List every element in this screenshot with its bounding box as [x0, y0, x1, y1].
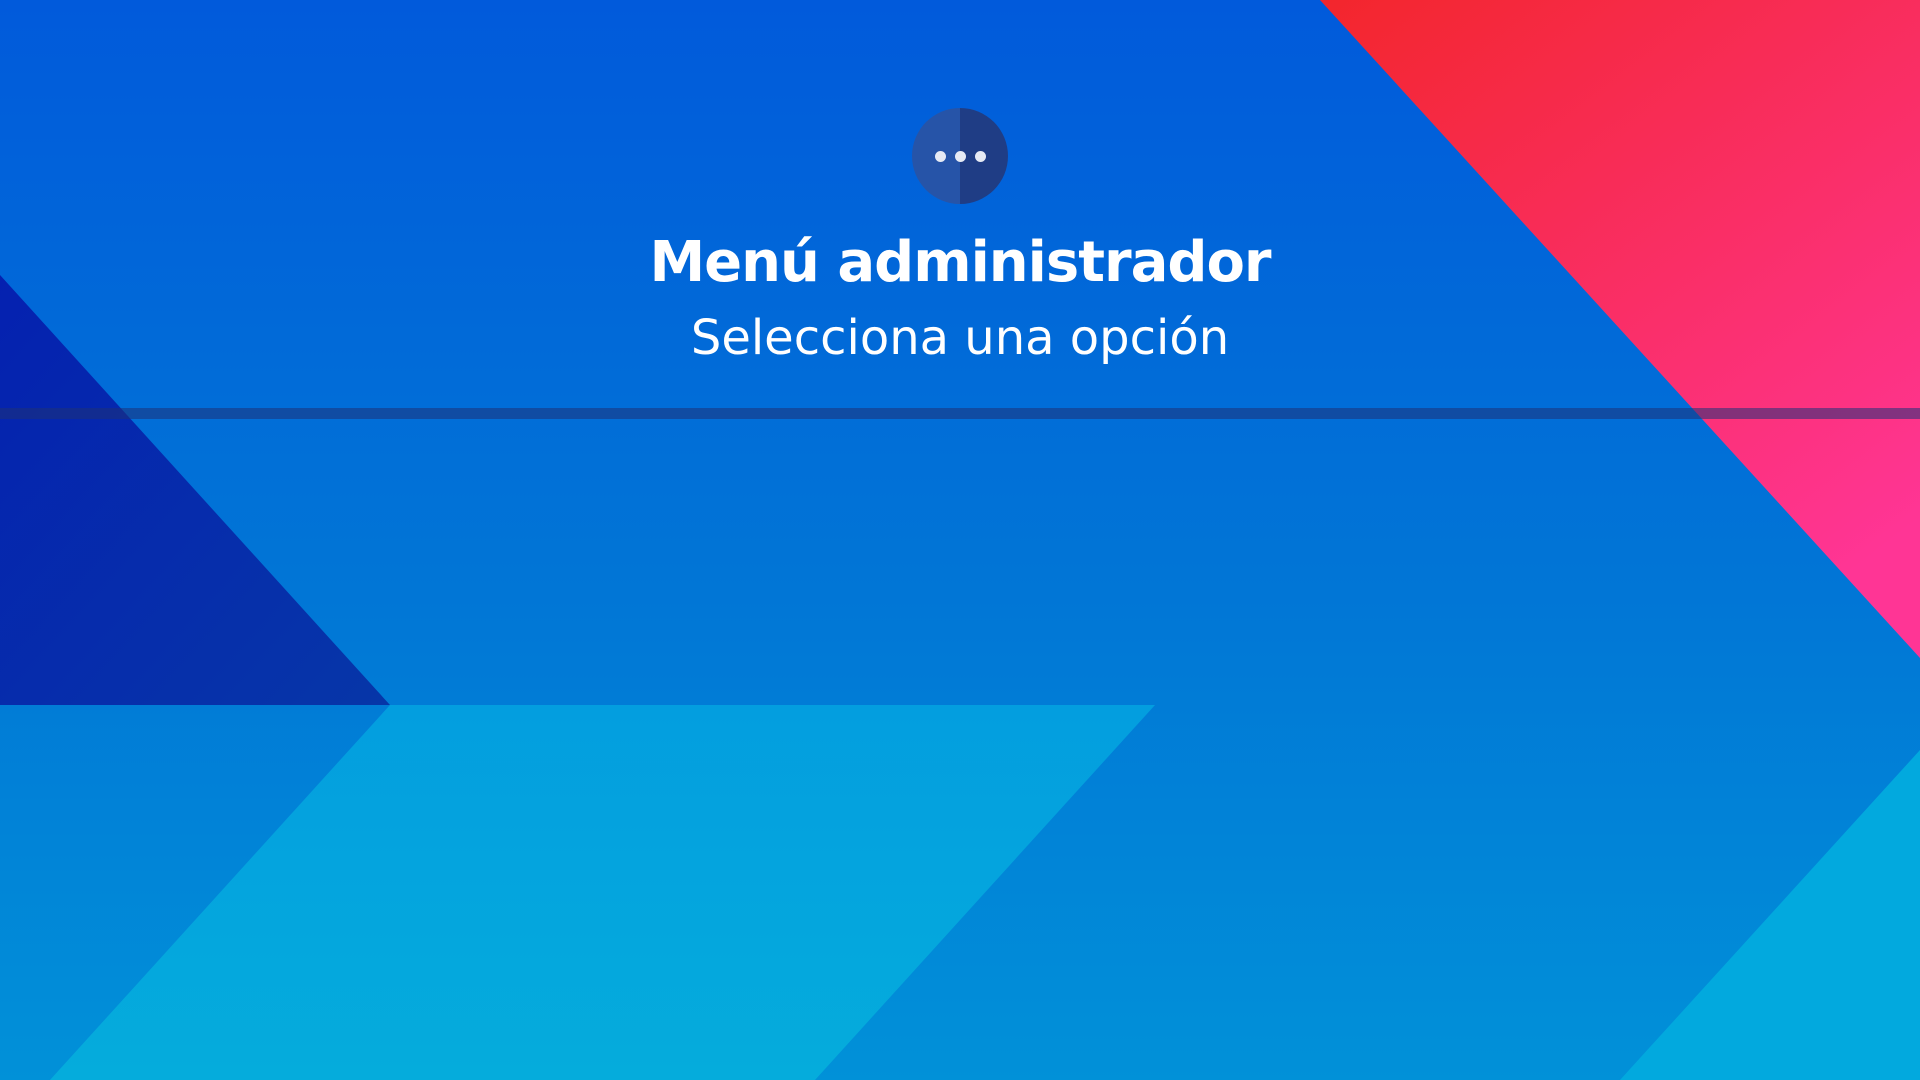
- dot: [954, 150, 966, 162]
- dot: [974, 150, 986, 162]
- more-options-button[interactable]: [912, 108, 1008, 204]
- dot: [934, 150, 946, 162]
- header-divider: [0, 408, 1920, 419]
- page-title: Menú administrador: [649, 230, 1271, 295]
- page-subtitle: Selecciona una opción: [690, 310, 1230, 366]
- header: Menú administrador Selecciona una opción: [0, 0, 1920, 420]
- more-horizontal-icon: [912, 108, 1008, 204]
